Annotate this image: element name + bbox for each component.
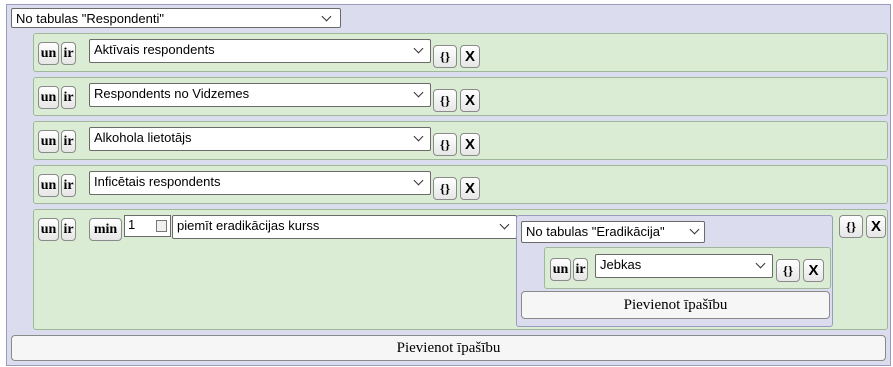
table-select-value: No tabulas "Respondenti" bbox=[16, 11, 164, 26]
braces-button[interactable]: {} bbox=[433, 133, 457, 156]
property-select-value: Alkohola lietotājs bbox=[94, 130, 192, 145]
add-property-button[interactable]: Pievienot īpašību bbox=[11, 335, 886, 361]
remove-button[interactable]: X bbox=[803, 259, 824, 282]
property-select-value: Aktīvais respondents bbox=[94, 42, 215, 57]
nested-query-panel: No tabulas "Eradikācija" un ir Jebkas {}… bbox=[516, 215, 833, 327]
chevron-down-icon bbox=[413, 43, 424, 54]
or-button[interactable]: ir bbox=[61, 130, 76, 153]
chevron-down-icon bbox=[499, 219, 510, 230]
chevron-down-icon bbox=[321, 11, 332, 22]
braces-button[interactable]: {} bbox=[433, 177, 457, 200]
remove-button[interactable]: X bbox=[460, 177, 480, 200]
table-select[interactable]: No tabulas "Respondenti" bbox=[11, 8, 341, 28]
chevron-down-icon bbox=[755, 258, 766, 269]
or-button[interactable]: ir bbox=[61, 218, 76, 241]
remove-button[interactable]: X bbox=[460, 45, 480, 68]
and-button[interactable]: un bbox=[550, 258, 571, 281]
and-button[interactable]: un bbox=[38, 42, 59, 65]
or-button[interactable]: ir bbox=[61, 86, 76, 109]
or-button[interactable]: ir bbox=[61, 174, 76, 197]
property-select[interactable]: Aktīvais respondents bbox=[89, 39, 431, 63]
braces-button[interactable]: {} bbox=[776, 259, 800, 282]
and-button[interactable]: un bbox=[38, 86, 59, 109]
braces-button[interactable]: {} bbox=[839, 215, 863, 238]
chevron-down-icon bbox=[413, 131, 424, 142]
nested-property-select[interactable]: Jebkas bbox=[595, 254, 773, 278]
condition-row: un ir Respondents no Vidzemes {} X bbox=[33, 77, 888, 116]
relation-select[interactable]: piemīt eradikācijas kurss bbox=[172, 215, 517, 239]
property-select-value: Inficētais respondents bbox=[94, 174, 221, 189]
and-button[interactable]: un bbox=[38, 174, 59, 197]
chevron-down-icon bbox=[689, 224, 700, 235]
and-button[interactable]: un bbox=[38, 130, 59, 153]
remove-button[interactable]: X bbox=[866, 215, 886, 238]
nested-table-select[interactable]: No tabulas "Eradikācija" bbox=[521, 221, 705, 243]
chevron-down-icon bbox=[413, 87, 424, 98]
property-select[interactable]: Respondents no Vidzemes bbox=[89, 83, 431, 107]
count-stepper[interactable]: 1 bbox=[124, 215, 171, 237]
spinner-arrows-icon[interactable] bbox=[156, 220, 167, 232]
complex-condition-row: un ir min 1 piemīt eradikācijas kurss No… bbox=[33, 209, 888, 330]
remove-button[interactable]: X bbox=[460, 133, 480, 156]
braces-button[interactable]: {} bbox=[433, 45, 457, 68]
condition-row: un ir Aktīvais respondents {} X bbox=[33, 33, 888, 72]
and-button[interactable]: un bbox=[38, 218, 59, 241]
query-panel: No tabulas "Respondenti" un ir Aktīvais … bbox=[6, 4, 891, 366]
property-select[interactable]: Inficētais respondents bbox=[89, 171, 431, 195]
remove-button[interactable]: X bbox=[460, 89, 480, 112]
condition-row: un ir Inficētais respondents {} X bbox=[33, 165, 888, 204]
nested-add-property-button[interactable]: Pievienot īpašību bbox=[521, 291, 830, 319]
property-select[interactable]: Alkohola lietotājs bbox=[89, 127, 431, 151]
property-select-value: Respondents no Vidzemes bbox=[94, 86, 250, 101]
or-button[interactable]: ir bbox=[61, 42, 76, 65]
min-button[interactable]: min bbox=[89, 218, 122, 241]
nested-property-select-value: Jebkas bbox=[600, 257, 642, 272]
condition-row: un ir Alkohola lietotājs {} X bbox=[33, 121, 888, 160]
count-value: 1 bbox=[128, 217, 136, 232]
chevron-down-icon bbox=[413, 175, 424, 186]
relation-select-value: piemīt eradikācijas kurss bbox=[177, 218, 320, 233]
nested-condition-row: un ir Jebkas {} X bbox=[544, 247, 831, 289]
braces-button[interactable]: {} bbox=[433, 89, 457, 112]
nested-table-select-value: No tabulas "Eradikācija" bbox=[526, 224, 665, 239]
or-button[interactable]: ir bbox=[573, 258, 588, 281]
